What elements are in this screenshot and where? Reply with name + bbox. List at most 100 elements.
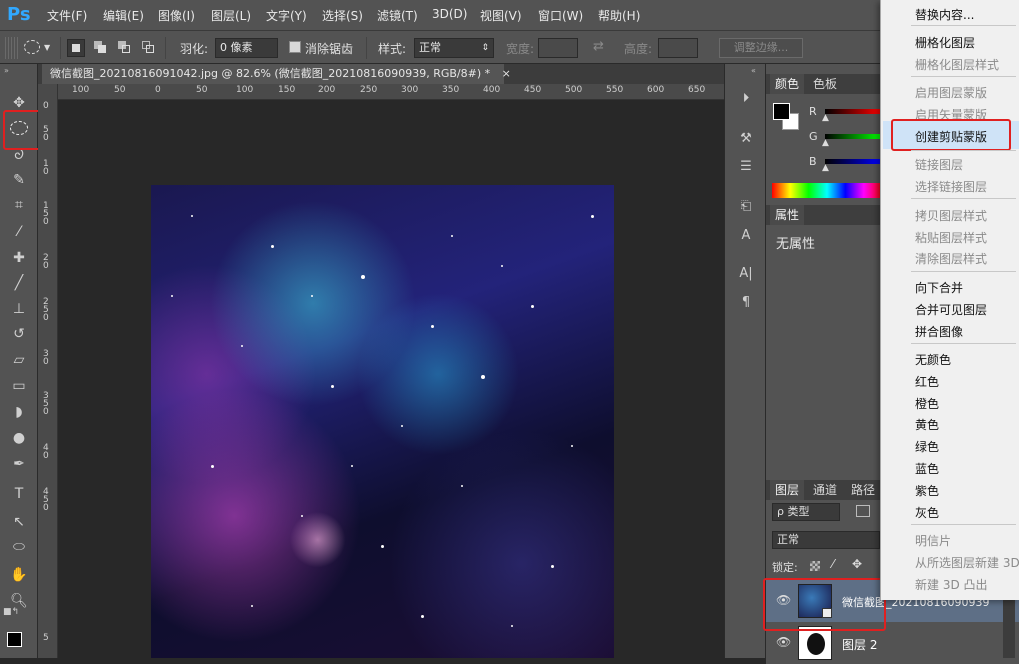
menu-item-select-linked-layers[interactable]: 选择链接图层 — [915, 178, 987, 195]
style-select[interactable]: 正常 ⇕ — [414, 38, 494, 58]
image-filter-icon[interactable] — [856, 505, 870, 517]
feather-input[interactable]: 0 像素 — [215, 38, 278, 58]
antialias-checkbox[interactable] — [289, 41, 301, 53]
ellipse-shape-tool-icon[interactable]: ⬭ — [8, 536, 30, 558]
path-selection-tool-icon[interactable]: ↖ — [8, 511, 30, 533]
width-input[interactable] — [538, 38, 578, 58]
gradient-tool-icon[interactable]: ▭ — [8, 375, 30, 397]
galaxy-image[interactable] — [151, 185, 614, 658]
menu-select[interactable]: 选择(S) — [322, 7, 363, 24]
menu-item-rasterize-layer-style[interactable]: 栅格化图层样式 — [915, 56, 999, 73]
menu-type[interactable]: 文字(Y) — [266, 7, 307, 24]
slider-handle-icon[interactable]: ▲ — [822, 113, 829, 123]
lock-pixels-icon[interactable]: ⁄ — [832, 557, 834, 571]
blue-slider[interactable] — [825, 159, 881, 164]
green-slider[interactable] — [825, 134, 881, 139]
height-input[interactable] — [658, 38, 698, 58]
subtract-selection-button[interactable] — [118, 41, 132, 55]
menu-item-blue[interactable]: 蓝色 — [915, 460, 939, 477]
menu-layer[interactable]: 图层(L) — [211, 7, 251, 24]
menu-item-flatten-image[interactable]: 拼合图像 — [915, 323, 963, 340]
tab-paths[interactable]: 路径 — [846, 480, 880, 500]
ellipse-marquee-preset-icon[interactable] — [24, 40, 40, 54]
eyedropper-tool-icon[interactable]: ⁄ — [8, 221, 30, 243]
healing-brush-tool-icon[interactable]: ✚ — [8, 247, 30, 269]
eye-icon[interactable]: 👁︎ — [776, 635, 791, 649]
menu-file[interactable]: 文件(F) — [47, 7, 87, 24]
menu-window[interactable]: 窗口(W) — [538, 7, 583, 24]
blend-mode-select[interactable]: 正常 — [772, 531, 880, 549]
menu-item-paste-layer-style[interactable]: 粘贴图层样式 — [915, 229, 987, 246]
close-tab-icon[interactable]: × — [502, 67, 511, 80]
menu-item-merge-down[interactable]: 向下合并 — [915, 279, 963, 296]
chevron-down-icon[interactable]: ▼ — [44, 43, 50, 52]
menu-item-gray[interactable]: 灰色 — [915, 504, 939, 521]
menu-item-rasterize-layer[interactable]: 栅格化图层 — [915, 34, 975, 51]
menu-item-link-layers[interactable]: 链接图层 — [915, 156, 963, 173]
character-panel-icon[interactable]: A| — [735, 264, 757, 284]
character-styles-icon[interactable]: A — [735, 226, 757, 246]
menu-edit[interactable]: 编辑(E) — [103, 7, 144, 24]
menu-item-green[interactable]: 绿色 — [915, 438, 939, 455]
menu-item-orange[interactable]: 橙色 — [915, 395, 939, 412]
eraser-tool-icon[interactable]: ▱ — [8, 349, 30, 371]
add-selection-button[interactable] — [94, 41, 108, 55]
menu-view[interactable]: 视图(V) — [480, 7, 522, 24]
slider-handle-icon[interactable]: ▲ — [822, 163, 829, 173]
menu-item-violet[interactable]: 紫色 — [915, 482, 939, 499]
crop-tool-icon[interactable]: ⌗ — [8, 194, 30, 216]
clone-source-icon[interactable]: ⎗ — [735, 197, 757, 217]
layers-scrollbar[interactable] — [1003, 600, 1015, 658]
menu-item-replace-contents[interactable]: 替换内容... — [915, 6, 974, 23]
menu-item-postcard[interactable]: 明信片 — [915, 532, 951, 549]
lock-transparency-icon[interactable] — [810, 561, 820, 571]
blur-tool-icon[interactable]: ◗ — [8, 401, 30, 423]
document-tab[interactable]: 微信截图_20210816091042.jpg @ 82.6% (微信截图_20… — [42, 64, 511, 84]
tool-presets-icon[interactable]: ⚒ — [735, 129, 757, 149]
default-colors-icon[interactable]: ■↰ — [3, 607, 19, 617]
history-brush-tool-icon[interactable]: ↺ — [8, 323, 30, 345]
intersect-selection-button[interactable] — [142, 41, 156, 55]
history-panel-icon[interactable]: ⏵ — [735, 89, 757, 109]
layer-kind-filter[interactable]: ρ 类型 — [772, 503, 840, 521]
tab-swatches[interactable]: 色板 — [808, 74, 842, 94]
refine-edge-button[interactable]: 调整边缘... — [719, 38, 803, 58]
tab-layers[interactable]: 图层 — [770, 480, 805, 500]
new-selection-button[interactable] — [67, 39, 85, 57]
tab-channels[interactable]: 通道 — [808, 480, 842, 500]
red-slider[interactable] — [825, 109, 881, 114]
menu-item-no-color[interactable]: 无颜色 — [915, 351, 951, 368]
color-spectrum[interactable] — [772, 183, 882, 198]
hand-tool-icon[interactable]: ✋ — [8, 564, 30, 586]
collapse-icon[interactable]: « — [751, 66, 756, 75]
menu-3d[interactable]: 3D(D) — [432, 7, 467, 21]
paragraph-panel-icon[interactable]: ¶ — [735, 293, 757, 313]
menu-item-new-3d-extrusion[interactable]: 新建 3D 凸出 — [915, 576, 988, 593]
foreground-color-chip[interactable] — [773, 103, 790, 120]
foreground-color-swatch[interactable] — [7, 632, 22, 647]
dodge-tool-icon[interactable]: ● — [8, 427, 30, 449]
menu-help[interactable]: 帮助(H) — [598, 7, 640, 24]
menu-item-merge-visible[interactable]: 合并可见图层 — [915, 301, 987, 318]
clone-stamp-tool-icon[interactable]: ⊥ — [8, 298, 30, 320]
menu-item-enable-layer-mask[interactable]: 启用图层蒙版 — [915, 84, 987, 101]
brush-tool-icon[interactable]: ╱ — [8, 272, 30, 294]
type-tool-icon[interactable]: T — [8, 483, 30, 505]
collapse-icon[interactable]: » — [4, 66, 9, 75]
tab-color[interactable]: 颜色 — [770, 74, 805, 94]
slider-handle-icon[interactable]: ▲ — [822, 138, 829, 148]
pen-tool-icon[interactable]: ✒ — [8, 453, 30, 475]
swap-icon[interactable]: ⇄ — [593, 39, 604, 54]
layer-name[interactable]: 图层 2 — [842, 636, 877, 653]
tab-properties[interactable]: 属性 — [770, 205, 805, 225]
menu-item-new-3d-from-layer[interactable]: 从所选图层新建 3D — [915, 554, 1019, 571]
menu-item-red[interactable]: 红色 — [915, 373, 939, 390]
adjustments-icon[interactable]: ☰ — [735, 157, 757, 177]
lock-position-icon[interactable]: ✥ — [852, 557, 862, 571]
menu-item-copy-layer-style[interactable]: 拷贝图层样式 — [915, 207, 987, 224]
menu-item-clear-layer-style[interactable]: 清除图层样式 — [915, 250, 987, 267]
menu-item-yellow[interactable]: 黄色 — [915, 416, 939, 433]
menu-filter[interactable]: 滤镜(T) — [377, 7, 418, 24]
quick-select-tool-icon[interactable]: ✎ — [8, 169, 30, 191]
menu-image[interactable]: 图像(I) — [158, 7, 195, 24]
